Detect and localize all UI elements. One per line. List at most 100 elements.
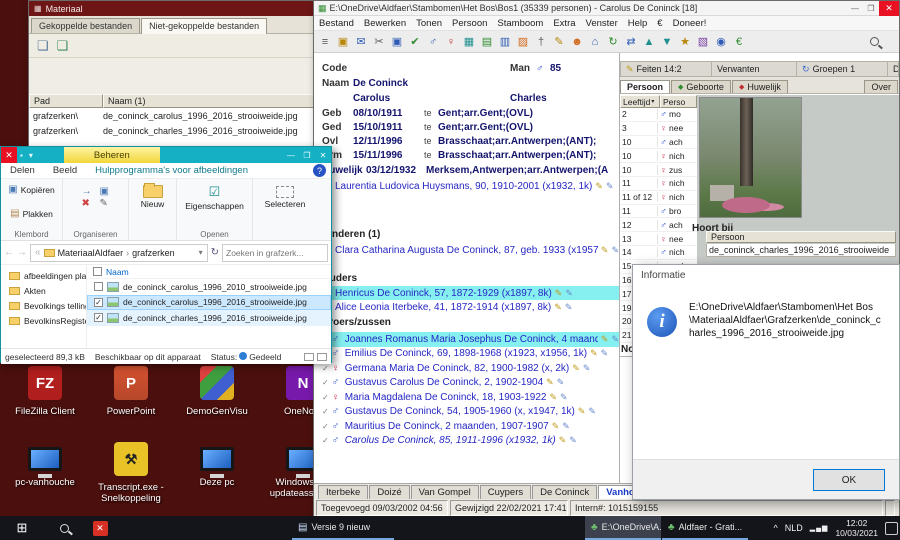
toolbar-icon[interactable]: ▼ [658,33,676,51]
relative-row[interactable]: 11 ♀ nich [620,177,697,191]
toolbar-icon[interactable]: ▦ [460,33,478,51]
edit-icon[interactable]: ✎ [588,406,596,417]
toolbar-icon[interactable]: ≡ [316,33,334,51]
family-tab[interactable]: Van Gompel [411,485,479,499]
edit-icon[interactable]: ✎ [550,392,558,403]
back-icon[interactable]: ← [4,247,14,258]
relative-row[interactable]: 3 ♀ nee [620,122,697,136]
toolbar-icon[interactable]: € [730,33,748,51]
person-name[interactable]: Mauritius De Coninck, 2 maanden, 1907-19… [345,421,549,432]
edit-icon[interactable]: ✎ [554,302,562,313]
minimize-icon[interactable]: — [283,151,299,160]
column-header-naam[interactable]: Naam (1) [103,94,319,108]
refresh-icon[interactable]: ↻ [211,247,219,258]
family-tab[interactable]: De Coninck [532,485,597,499]
selecteren-button[interactable]: Selecteren [265,182,306,209]
relative-row[interactable]: 11 ♂ bro [620,205,697,219]
close-icon[interactable]: ✕ [1,147,17,163]
address-box[interactable]: « MateriaalAldfaer › grafzerken ▾ [30,244,208,262]
person-row[interactable]: ✓ ♀ Maria Magdalena De Coninck, 18, 1903… [314,390,619,405]
list-view-icon[interactable] [304,353,314,361]
plakken-button[interactable]: ▤Plakken [10,206,53,221]
relative-row[interactable]: 10 ♂ ach [620,136,697,150]
pin-icon[interactable]: ▪ [17,151,26,160]
relative-row[interactable]: 11 of 12 ♀ nich [620,191,697,205]
copy-to-icon[interactable]: ▣ [100,186,110,197]
column-header-leeftijd[interactable]: Leeftijd▾ [620,95,660,108]
explorer-titlebar[interactable]: ✕ ▪ ▾ Beheren — ❒ ✕ [1,147,331,163]
person-name[interactable]: Alice Leonia Iterbeke, 41, 1872-1914 (x1… [335,302,551,313]
voornamen-value[interactable]: Carolus [353,93,390,104]
language-indicator[interactable]: NLD [785,523,803,533]
toolbar-icon[interactable]: ◉ [712,33,730,51]
life-event-row[interactable]: Ged 15/10/1911 te Gent;arr.Gent;(OVL) [314,121,619,135]
persoon-column-header[interactable]: Persoon [706,231,896,243]
edit-icon[interactable]: ✎ [595,181,603,192]
tab-hulpprogrammas[interactable]: Hulpprogramma's voor afbeeldingen [86,165,257,176]
file-checkbox[interactable]: ✓ [94,313,103,322]
menu-item[interactable]: Bestand [314,18,359,29]
desktop-icon[interactable]: P PowerPoint [88,362,174,438]
person-row[interactable]: ✓ ♂ Gustavus Carolus De Coninck, 2, 1902… [314,376,619,391]
desktop-icon[interactable]: ⚒ Transcript.exe - Snelkoppeling [88,438,174,514]
partner-row[interactable]: ♀ Laurentia Ludovica Huysmans, 90, 1910-… [314,179,619,193]
kopieren-button[interactable]: ▣Kopiëren [8,182,54,197]
network-icon[interactable]: ▂▄▆ [810,524,829,532]
rename-icon[interactable]: ✎ [100,198,110,209]
maximize-icon[interactable]: ❒ [863,4,879,13]
person-row[interactable]: ♀ Clara Catharina Augusta De Coninck, 87… [314,243,619,257]
toolbar-icon[interactable]: ▣ [334,33,352,51]
file-checkbox[interactable]: ✓ [94,298,103,307]
toolbar-icon[interactable]: ✂ [370,33,388,51]
desktop-icon[interactable]: pc-vanhouche [2,438,88,514]
breadcrumb-root[interactable]: MateriaalAldfaer [58,248,124,258]
hoort-bij-value[interactable]: de_coninck_charles_1996_2016_strooiweide [706,244,896,257]
toolbar-icon[interactable]: ▥ [496,33,514,51]
link-document-icon[interactable]: ❏ [57,38,69,54]
desktop-icon[interactable]: Deze pc [174,438,260,514]
toolbar-icon[interactable]: ↻ [604,33,622,51]
file-row[interactable]: ✓ de_coninck_charles_1996_2016_strooiwei… [87,310,331,326]
life-event-row[interactable]: Ovl 12/11/1996 te Brasschaat;arr.Antwerp… [314,135,619,149]
tab-huwelijk[interactable]: ◆Huwelijk [732,80,788,93]
search-button[interactable] [48,520,80,536]
toolbar-icon[interactable]: ☻ [568,33,586,51]
person-row[interactable]: ♀ Alice Leonia Iterbeke, 41, 1872-1914 (… [314,300,619,314]
tab-beeld[interactable]: Beeld [44,165,86,176]
family-tab[interactable]: Cuypers [480,485,531,499]
tab-feiten[interactable]: ✎ Feiten 14:2 [621,62,712,76]
table-row[interactable]: grafzerken\ de_coninck_carolus_1996_2016… [29,108,319,123]
person-row[interactable]: ✓ ♂ Gustavus De Coninck, 54, 1905-1960 (… [314,405,619,420]
chevron-left-icon[interactable]: « [35,247,41,258]
person-name[interactable]: Gustavus Carolus De Coninck, 2, 1902-190… [345,377,543,388]
toolbar-icon[interactable]: ♀ [442,33,460,51]
partner-name[interactable]: Laurentia Ludovica Huysmans, 90, 1910-20… [335,181,592,192]
chevron-down-icon[interactable]: ▾ [26,151,36,160]
column-header-persoon[interactable]: Perso [660,95,697,108]
edit-icon[interactable]: ✎ [601,245,609,256]
maximize-icon[interactable]: ❒ [299,151,315,160]
person-row[interactable]: ✓ ♀ Germana Maria De Coninck, 82, 1900-1… [314,361,619,376]
select-all-checkbox[interactable] [93,267,102,276]
toolbar-icon[interactable]: ⌂ [586,33,604,51]
tab-diversen[interactable]: Dv [888,62,898,76]
thumbnail-view-icon[interactable] [317,353,327,361]
person-name[interactable]: Germana Maria De Coninck, 82, 1900-1982 … [345,363,570,374]
edit-icon[interactable]: ✎ [590,348,598,359]
person-name[interactable]: Clara Catharina Augusta De Coninck, 87, … [335,245,598,256]
search-input[interactable] [222,244,328,262]
edit-icon[interactable]: ✎ [562,421,570,432]
edit-icon[interactable]: ✎ [601,348,609,359]
toolbar-icon[interactable]: ♂ [424,33,442,51]
person-row[interactable]: ♂ Henricus De Coninck, 57, 1872-1929 (x1… [314,286,619,300]
nieuwe-map-button[interactable]: Nieuw [141,182,165,209]
contextual-tab-beheren[interactable]: Beheren [64,147,160,163]
grave-photo[interactable] [699,97,802,218]
search-icon[interactable] [870,37,879,46]
family-tab[interactable]: Iterbeke [318,485,368,499]
roepnaam-value[interactable]: Charles [510,93,547,104]
file-list-header[interactable]: Naam [87,265,331,279]
tab-persoon[interactable]: Persoon [620,80,670,93]
taskbar-button-aldfaer-help[interactable]: ♣ Aldfaer - Grati... [662,516,748,540]
edit-icon[interactable]: ✎ [569,435,577,446]
